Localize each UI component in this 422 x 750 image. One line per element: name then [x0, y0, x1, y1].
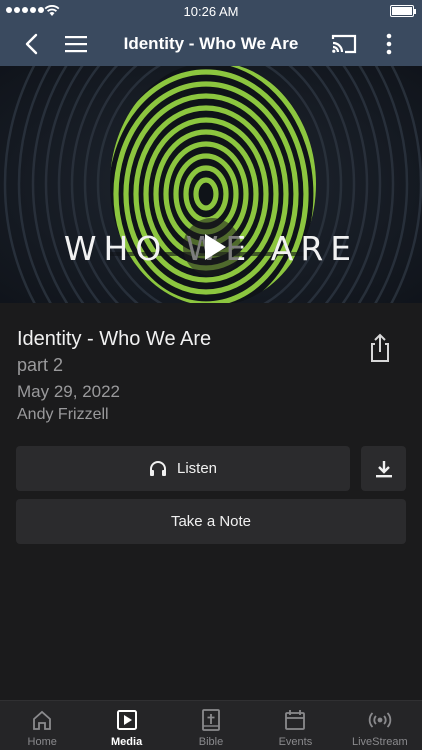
take-note-button[interactable]: Take a Note	[16, 499, 406, 544]
bible-icon	[199, 708, 223, 732]
more-vertical-icon	[386, 33, 392, 55]
status-time: 10:26 AM	[183, 4, 239, 19]
cast-button[interactable]	[322, 22, 366, 66]
tab-label: Bible	[198, 736, 224, 748]
more-options-button[interactable]	[367, 22, 411, 66]
episode-date: May 29, 2022	[17, 382, 121, 401]
back-button[interactable]	[9, 22, 53, 66]
tab-livestream[interactable]: LiveStream	[338, 701, 422, 750]
hamburger-menu-icon	[65, 36, 87, 53]
headphones-icon	[149, 461, 166, 476]
broadcast-icon	[368, 708, 392, 732]
tab-bible[interactable]: Bible	[169, 701, 253, 750]
tab-label: Home	[27, 736, 57, 748]
sermon-artwork: WHO WE ARE	[0, 66, 422, 303]
episode-speaker: Andy Frizzell	[17, 406, 109, 423]
home-icon	[30, 708, 54, 732]
tab-home[interactable]: Home	[0, 701, 84, 750]
tab-label: Events	[278, 736, 313, 748]
status-bar: 10:26 AM	[0, 0, 422, 22]
nav-bar: Identity - Who We Are	[0, 22, 422, 66]
listen-label: Listen	[176, 460, 218, 477]
tab-label: LiveStream	[352, 736, 408, 748]
share-icon	[371, 333, 389, 362]
episode-part: part 2	[17, 355, 64, 375]
play-button[interactable]	[183, 218, 241, 276]
download-icon	[375, 460, 392, 477]
tab-events[interactable]: Events	[253, 701, 337, 750]
calendar-icon	[283, 708, 307, 732]
tab-media[interactable]: Media	[84, 701, 168, 750]
tab-bar: Home Media Bible Events LiveStream	[0, 700, 422, 750]
take-note-label: Take a Note	[170, 513, 252, 530]
play-icon	[205, 234, 226, 260]
battery-icon	[390, 5, 416, 17]
listen-button[interactable]: Listen	[16, 446, 350, 491]
chevron-left-icon	[25, 33, 38, 55]
tab-label: Media	[111, 736, 143, 748]
episode-title: Identity - Who We Are	[17, 328, 212, 350]
download-button[interactable]	[361, 446, 406, 491]
media-icon	[115, 708, 139, 732]
page-title: Identity - Who We Are	[123, 34, 299, 53]
share-button[interactable]	[364, 332, 396, 364]
episode-details: Identity - Who We Are part 2 May 29, 202…	[17, 326, 347, 426]
cast-icon	[331, 34, 357, 54]
